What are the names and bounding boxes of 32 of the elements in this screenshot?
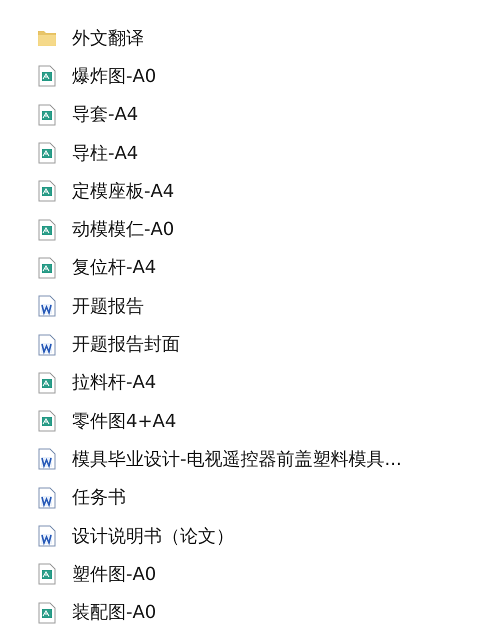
- drawing-file-icon: [38, 104, 56, 126]
- file-name[interactable]: 拉料杆-A4: [72, 369, 156, 396]
- word-file-icon: [38, 295, 56, 318]
- drawing-file-icon: [38, 256, 56, 279]
- drawing-file-icon: [38, 602, 56, 624]
- file-name[interactable]: 零件图4+A4: [72, 408, 176, 435]
- file-name[interactable]: 任务书: [72, 484, 126, 512]
- file-name[interactable]: 定模座板-A4: [72, 178, 174, 205]
- file-name[interactable]: 装配图-A0: [72, 599, 156, 626]
- word-file-icon: [38, 486, 56, 509]
- file-name[interactable]: 模具毕业设计-电视遥控器前盖塑料模具...: [72, 446, 402, 473]
- file-name[interactable]: 爆炸图-A0: [72, 62, 156, 90]
- file-name[interactable]: 塑件图-A0: [72, 560, 156, 588]
- drawing-file-icon: [38, 563, 56, 586]
- drawing-file-icon: [38, 180, 56, 202]
- drawing-file-icon: [38, 218, 56, 241]
- file-name[interactable]: 复位杆-A4: [72, 254, 156, 282]
- file-name[interactable]: 设计说明书（论文）: [72, 522, 234, 550]
- word-file-icon: [38, 334, 56, 356]
- file-name[interactable]: 开题报告封面: [72, 331, 180, 358]
- file-name[interactable]: 导柱-A4: [72, 140, 138, 167]
- file-name[interactable]: 开题报告: [72, 292, 144, 320]
- drawing-file-icon: [38, 372, 56, 394]
- file-name[interactable]: 动模模仁-A0: [72, 216, 174, 244]
- drawing-file-icon: [38, 410, 56, 432]
- drawing-file-icon: [38, 142, 56, 164]
- word-file-icon: [38, 525, 56, 547]
- file-name[interactable]: 外文翻译: [72, 24, 144, 52]
- file-name[interactable]: 导套-A4: [72, 101, 138, 128]
- folder-icon: [37, 29, 57, 48]
- drawing-file-icon: [38, 65, 56, 88]
- word-file-icon: [38, 448, 56, 470]
